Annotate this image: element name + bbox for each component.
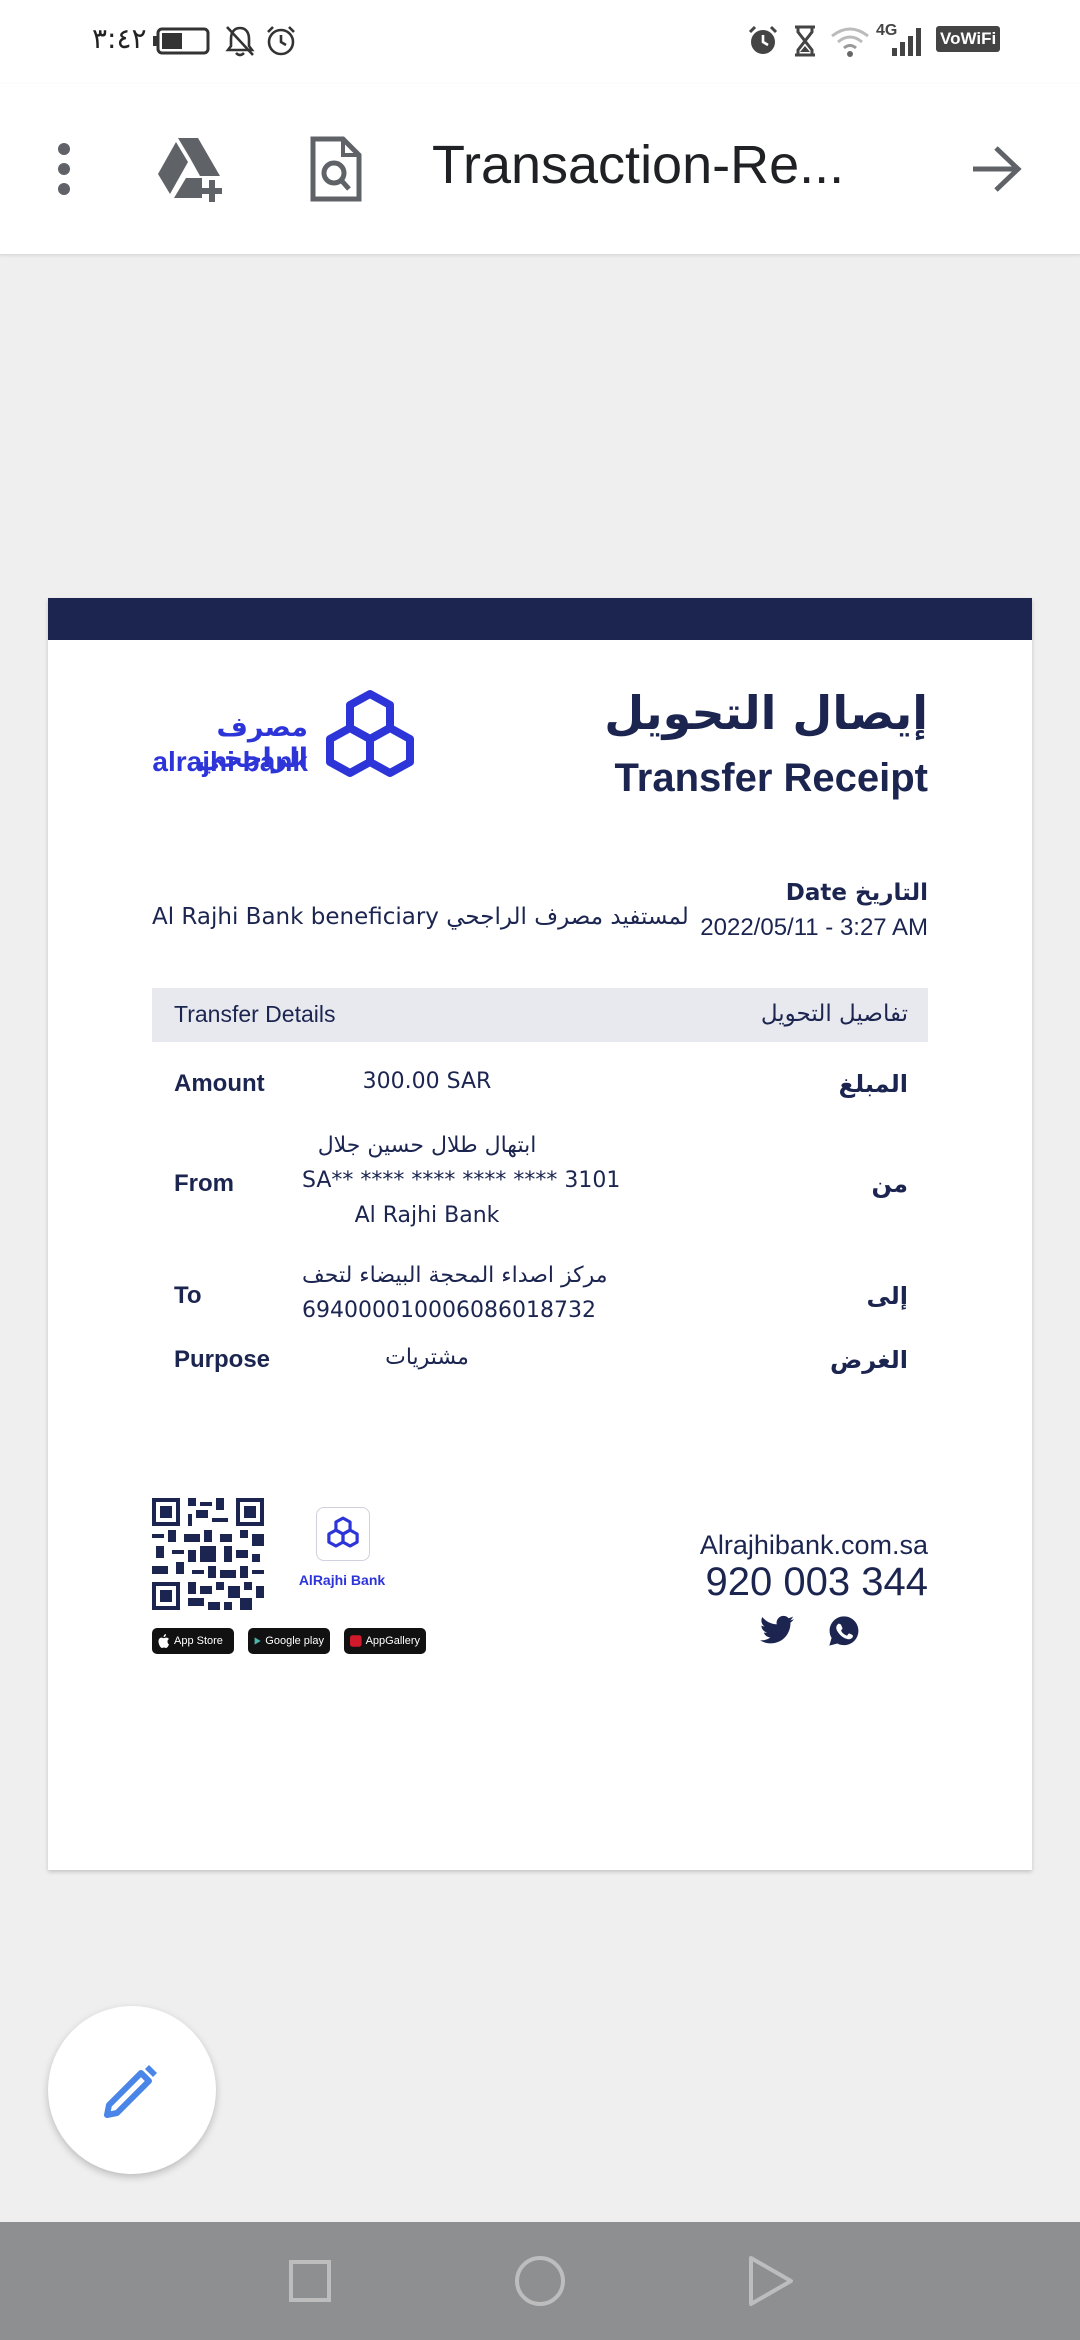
detail-row-amount: Amount 300.00 SAR المبلغ [152, 1064, 928, 1108]
row-value: ابتهال طلال حسين جلال SA** **** **** ***… [302, 1128, 621, 1233]
row-label-ar: من [871, 1170, 908, 1198]
recipient-name: مركز اصداء المحجة البيضاء لتحف [302, 1263, 608, 1288]
back-triangle-icon [749, 2256, 793, 2306]
app-toolbar: Transaction-Re... [0, 84, 1080, 255]
receipt-title-en: Transfer Receipt [614, 756, 928, 800]
app-store-badge[interactable]: App Store [152, 1628, 234, 1654]
appgallery-badge[interactable]: AppGallery [344, 1628, 426, 1654]
row-label-en: From [174, 1170, 234, 1197]
more-options-button[interactable] [36, 122, 92, 216]
forward-arrow-icon [973, 146, 1022, 192]
bank-name-en: alrajhi bank [152, 746, 308, 777]
system-nav-bar [0, 2222, 1080, 2340]
detail-row-from: From ابتهال طلال حسين جلال SA** **** ***… [152, 1128, 928, 1238]
more-vert-icon [58, 143, 70, 195]
row-value: مشتريات [302, 1340, 552, 1375]
google-play-badge[interactable]: Google play [248, 1628, 330, 1654]
details-header-en: Transfer Details [174, 1001, 336, 1027]
website-link[interactable]: Alrajhibank.com.sa [700, 1530, 928, 1561]
recents-button[interactable] [260, 2222, 360, 2340]
status-time: ٣:٤٢ [92, 22, 147, 55]
beneficiary-type: Al Rajhi Bank beneficiary لمستفيد مصرف ا… [152, 904, 689, 930]
battery-icon [153, 27, 210, 55]
row-label-ar: المبلغ [838, 1070, 908, 1098]
whatsapp-icon[interactable] [828, 1615, 860, 1647]
amount-value: 300.00 SAR [362, 1069, 492, 1094]
badge-name: Google play [265, 1635, 324, 1647]
add-to-drive-icon [158, 138, 222, 202]
edit-fab-button[interactable] [48, 2006, 216, 2174]
detail-row-purpose: Purpose مشتريات الغرض [152, 1340, 928, 1384]
row-label-en: To [174, 1282, 202, 1309]
date-value: 2022/05/11 - 3:27 AM [700, 914, 928, 941]
alarm-icon [748, 25, 778, 54]
add-to-drive-button[interactable] [150, 124, 234, 214]
find-in-document-icon [310, 136, 362, 202]
back-button[interactable] [720, 2222, 820, 2340]
huawei-icon [350, 1635, 362, 1647]
sender-bank: Al Rajhi Bank [354, 1203, 500, 1228]
row-value: 300.00 SAR [302, 1064, 552, 1099]
vowifi-badge: VoWiFi [936, 26, 1001, 52]
phone-number[interactable]: 920 003 344 [706, 1560, 928, 1605]
play-icon [254, 1637, 261, 1645]
home-circle-icon [515, 2256, 565, 2306]
document-title: Transaction-Re... [432, 135, 845, 195]
app-icon[interactable] [316, 1507, 370, 1561]
edit-pencil-icon [104, 2065, 157, 2118]
page-header-band [48, 598, 1032, 640]
badge-name: App Store [174, 1635, 223, 1647]
mute-icon [225, 26, 255, 57]
detail-row-to: To مركز اصداء المحجة البيضاء لتحف 694000… [152, 1258, 928, 1330]
date-label: Date التاريخ [785, 880, 928, 906]
hourglass-icon [795, 25, 815, 57]
badge-name: AppGallery [365, 1635, 420, 1647]
row-label-en: Amount [174, 1070, 265, 1097]
recipient-account: 694000010006086018732 [302, 1298, 596, 1323]
row-label-ar: الغرض [830, 1346, 908, 1374]
row-label-ar: إلى [866, 1282, 908, 1310]
sender-name: ابتهال طلال حسين جلال [317, 1133, 537, 1158]
purpose-value: مشتريات [385, 1345, 469, 1370]
twitter-icon[interactable] [760, 1615, 794, 1645]
find-in-document-button[interactable] [296, 124, 376, 214]
status-bar: ٣:٤٢ 4G VoWiFi [0, 0, 1080, 84]
forward-button[interactable] [960, 124, 1032, 214]
alarm-icon [267, 26, 295, 56]
qr-code-icon[interactable] [152, 1498, 264, 1610]
sender-account: SA** **** **** **** **** 3101 [302, 1168, 621, 1193]
document-page: إيصال التحويل Transfer Receipt مصرف الرا… [48, 598, 1032, 1870]
home-button[interactable] [490, 2222, 590, 2340]
wifi-icon [831, 27, 869, 57]
transfer-details-header: Transfer Details تفاصيل التحويل [152, 988, 928, 1042]
signal-icon [892, 28, 921, 56]
details-header-ar: تفاصيل التحويل [760, 1001, 908, 1027]
recents-square-icon [289, 2260, 331, 2302]
row-value: مركز اصداء المحجة البيضاء لتحف 694000010… [302, 1258, 608, 1328]
alrajhi-logo-icon [327, 1516, 359, 1548]
row-label-en: Purpose [174, 1346, 271, 1373]
apple-icon [158, 1634, 169, 1648]
receipt-title-ar: إيصال التحويل [604, 686, 928, 740]
alrajhi-logo-icon [326, 690, 414, 777]
app-name: AlRajhi Bank [298, 1572, 386, 1588]
